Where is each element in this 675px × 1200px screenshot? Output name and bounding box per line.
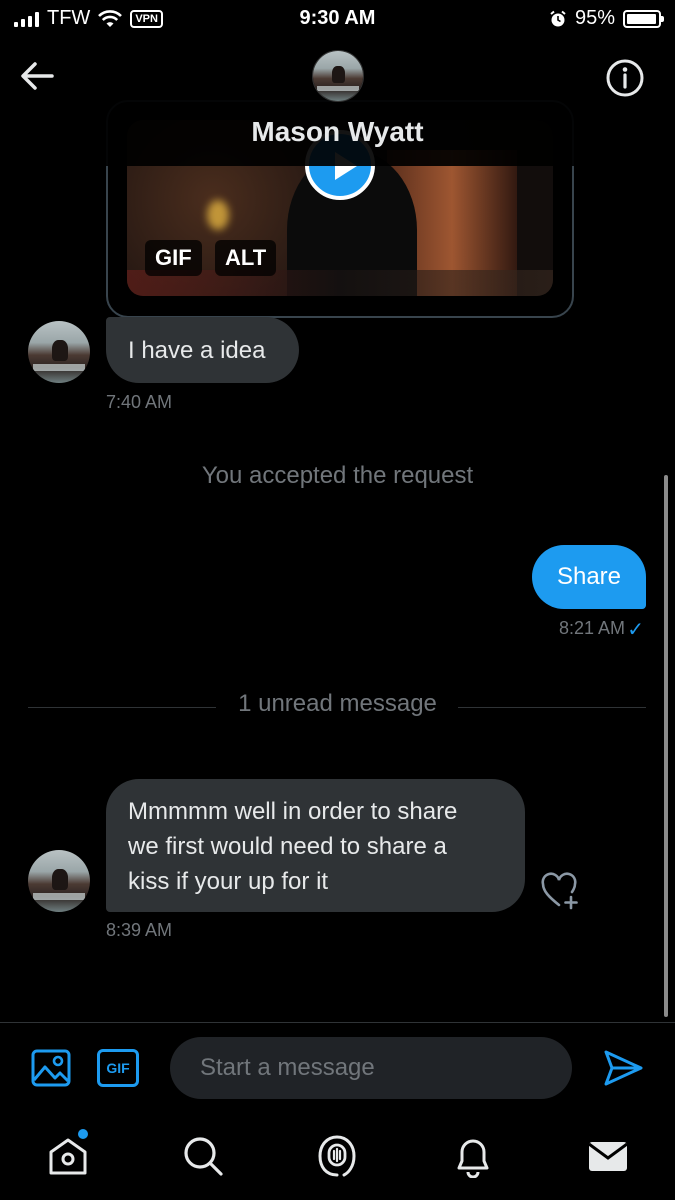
messages-icon[interactable] xyxy=(586,1134,630,1178)
image-icon[interactable] xyxy=(31,1049,71,1087)
sender-avatar[interactable] xyxy=(28,850,90,912)
conversation-scrollbar[interactable] xyxy=(664,475,668,1017)
sent-check-icon: ✓ xyxy=(627,619,644,641)
search-icon[interactable] xyxy=(181,1134,225,1178)
bottom-tab-bar xyxy=(0,1112,675,1200)
message-input[interactable] xyxy=(170,1037,572,1099)
request-accepted-notice: You accepted the request xyxy=(201,462,474,489)
alarm-icon xyxy=(550,10,566,26)
alt-badge[interactable]: ALT xyxy=(215,240,277,276)
battery-level-fill xyxy=(627,13,656,24)
message-line: kiss if your up for it xyxy=(128,868,329,895)
incoming-message[interactable]: I have a idea xyxy=(106,317,299,383)
back-arrow-icon[interactable] xyxy=(18,58,58,94)
info-icon[interactable] xyxy=(605,58,645,98)
like-icon[interactable] xyxy=(540,872,582,910)
message-timestamp: 8:21 AM xyxy=(558,618,625,638)
message-timestamp: 8:39 AM xyxy=(106,920,173,940)
send-icon[interactable] xyxy=(603,1049,643,1087)
notifications-icon[interactable] xyxy=(451,1134,495,1178)
contact-name[interactable]: Mason Wyatt xyxy=(0,116,675,148)
message-composer: GIF xyxy=(0,1022,675,1112)
status-bar: TFW VPN 9:30 AM 95% xyxy=(0,0,675,38)
gif-badge: GIF xyxy=(145,240,202,276)
message-timestamp: 7:40 AM xyxy=(106,392,173,412)
battery-icon xyxy=(623,9,664,28)
unread-divider-right xyxy=(458,707,646,708)
incoming-message[interactable]: Mmmmm well in order to share we first wo… xyxy=(106,779,525,912)
conversation-header: Mason Wyatt xyxy=(0,38,675,166)
message-line: Mmmmm well in order to share xyxy=(128,798,458,825)
spaces-icon[interactable] xyxy=(315,1134,359,1178)
home-notification-dot xyxy=(78,1129,88,1139)
header-avatar[interactable] xyxy=(312,50,364,102)
message-line: we first would need to share a xyxy=(128,833,447,860)
battery-percent: 95% xyxy=(574,7,615,29)
outgoing-message[interactable]: Share xyxy=(532,545,646,609)
gif-icon[interactable]: GIF xyxy=(97,1049,139,1087)
sender-avatar[interactable] xyxy=(28,321,90,383)
unread-divider-label: 1 unread message xyxy=(238,690,437,717)
home-icon[interactable] xyxy=(46,1134,90,1178)
